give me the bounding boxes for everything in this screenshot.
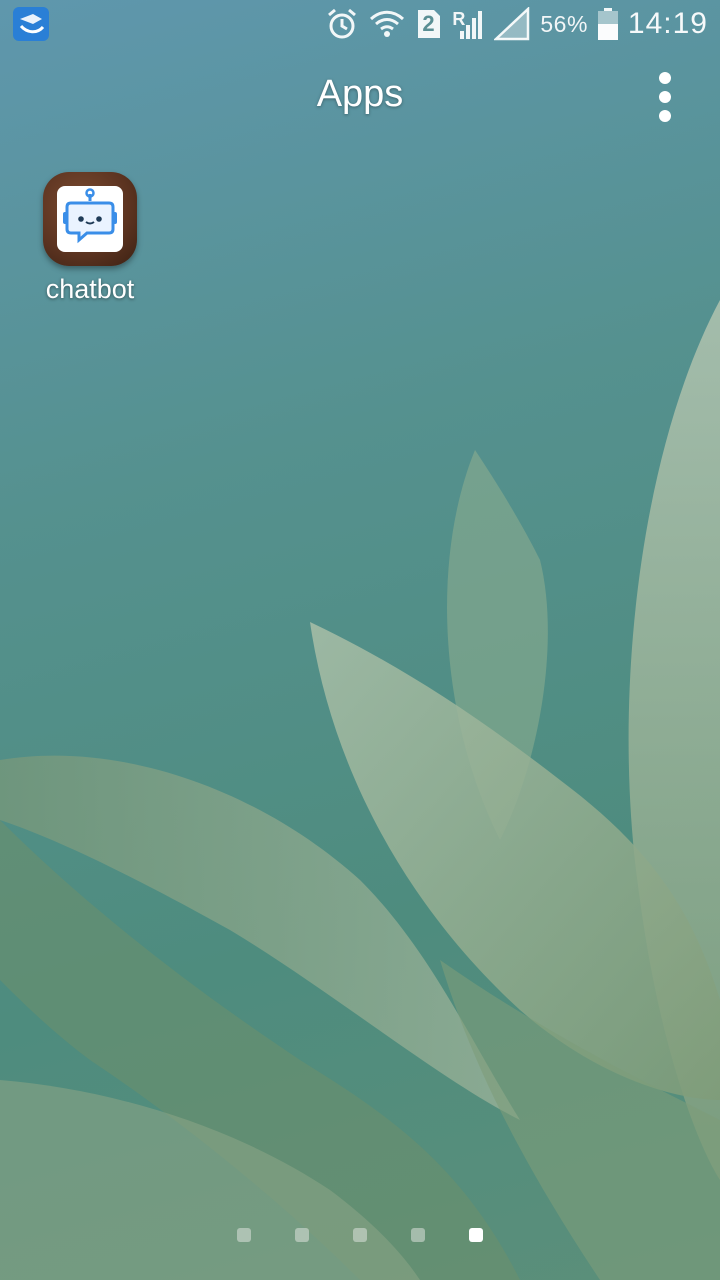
app-notification-icon [13, 7, 49, 41]
robot-icon [57, 186, 123, 252]
sim2-badge: 2 [422, 11, 435, 36]
page-dot-2[interactable] [295, 1228, 309, 1242]
chatbot-app-icon-frame [43, 172, 137, 266]
sim2-icon: 2 [416, 8, 442, 40]
roaming-signal-icon: R [452, 7, 484, 41]
page-indicator [0, 1228, 720, 1244]
page-dot-3[interactable] [353, 1228, 367, 1242]
more-vert-icon [659, 72, 671, 122]
battery-icon [597, 8, 618, 40]
signal-icon [494, 7, 530, 41]
more-options-button[interactable] [648, 69, 682, 129]
app-chatbot[interactable]: chatbot [20, 170, 160, 320]
battery-percent: 56% [540, 10, 588, 37]
battery-level-fill [597, 24, 618, 40]
page-title: Apps [316, 73, 404, 115]
status-bar: 2 R 56% 14:19 [0, 0, 720, 48]
page-dot-4[interactable] [411, 1228, 425, 1242]
status-clock: 14:19 [627, 7, 708, 40]
app-label: chatbot [45, 274, 135, 304]
page-dot-5[interactable] [469, 1228, 483, 1242]
page-dot-1[interactable] [237, 1228, 251, 1242]
apps-header: Apps [0, 55, 720, 135]
wifi-icon [368, 7, 406, 41]
alarm-icon [326, 7, 358, 41]
